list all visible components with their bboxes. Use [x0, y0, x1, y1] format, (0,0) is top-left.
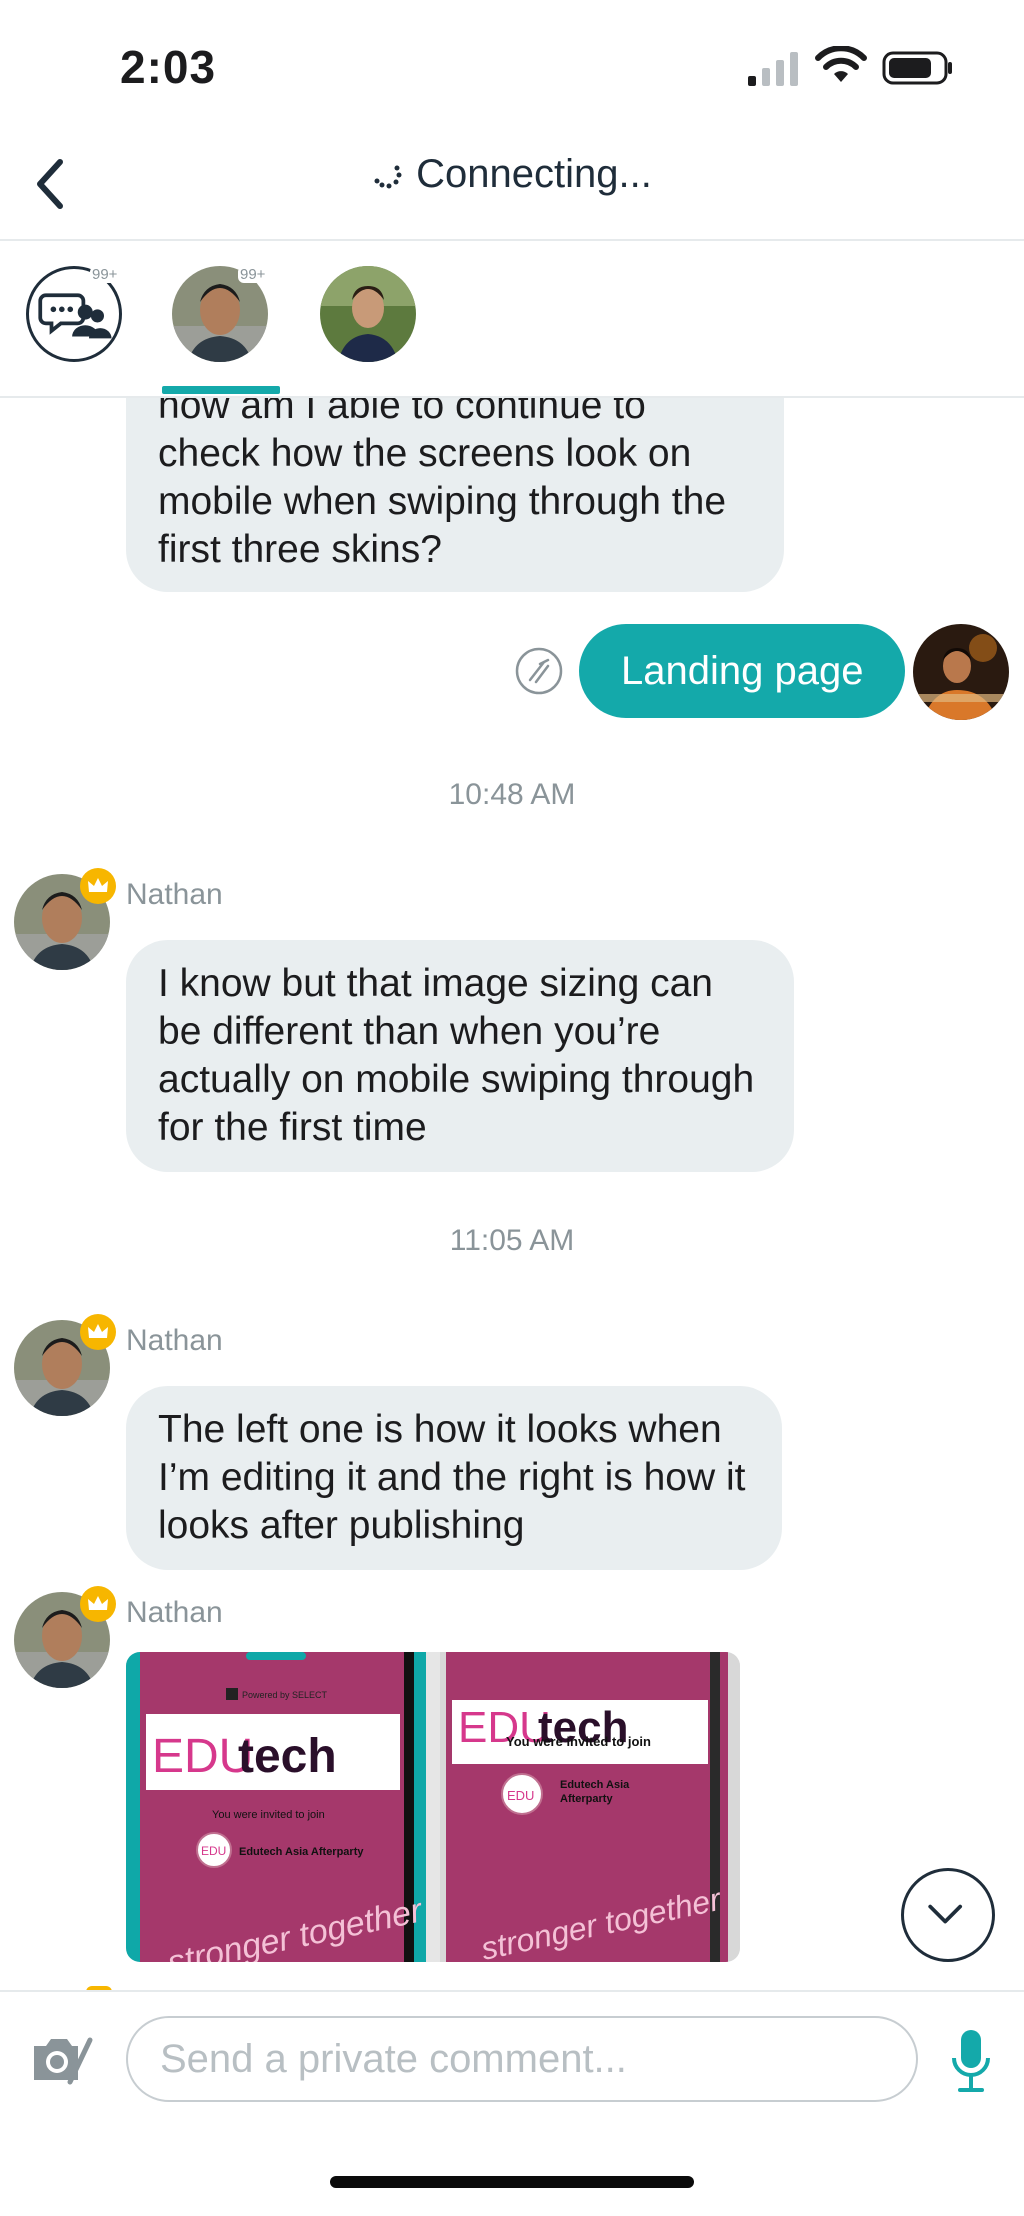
right-event-line1: Edutech Asia: [560, 1779, 630, 1791]
cellular-signal-icon: [748, 52, 798, 86]
microphone-icon[interactable]: [950, 2028, 992, 2094]
scroll-to-bottom-button[interactable]: [901, 1868, 995, 1962]
read-receipt-icon: [515, 647, 563, 695]
participant-3-avatar: [320, 266, 416, 362]
sender-name: Nathan: [126, 878, 223, 911]
crown-icon: [80, 868, 116, 904]
my-avatar-image: [913, 624, 1009, 720]
comment-input[interactable]: [126, 2016, 918, 2102]
edutech-screenshots: Powered by SELECT EDU tech You were invi…: [126, 1652, 740, 1962]
left-event-text: Edutech Asia Afterparty: [239, 1846, 364, 1858]
home-indicator: [330, 2176, 694, 2188]
left-invite-text: You were invited to join: [212, 1809, 325, 1821]
sender-name: Nathan: [126, 1324, 223, 1357]
timestamp: 10:48 AM: [448, 778, 576, 811]
sender-name: Nathan: [126, 1596, 223, 1629]
crown-icon: [80, 1314, 116, 1350]
status-time: 2:03: [120, 41, 217, 93]
chevron-down-icon: [928, 1904, 963, 1924]
image-attachment[interactable]: Powered by SELECT EDU tech You were invi…: [126, 1652, 740, 1962]
right-invite-text: You were invited to join: [506, 1734, 651, 1749]
message-bubble: The left one is how it looks when I’m ed…: [126, 1386, 782, 1570]
left-edu-badge: EDU: [201, 1844, 226, 1858]
camera-icon[interactable]: [30, 2030, 96, 2086]
message-text: how am I able to continue to check how t…: [158, 384, 727, 571]
participants-divider: [0, 396, 1024, 398]
battery-icon: [882, 51, 952, 85]
right-event-line2: Afterparty: [560, 1793, 613, 1805]
wifi-icon: [815, 46, 867, 82]
my-avatar: [913, 624, 1009, 720]
left-logo-tech: tech: [238, 1730, 337, 1783]
message-text: The left one is how it looks when I’m ed…: [158, 1408, 746, 1547]
outgoing-message-bubble[interactable]: Landing page: [579, 624, 906, 718]
header-title-wrap: Connecting...: [0, 152, 1024, 197]
crown-icon: [80, 1586, 116, 1622]
loading-spinner-icon: [374, 165, 402, 189]
message-text: I know but that image sizing can be diff…: [158, 962, 755, 1149]
selected-participant-indicator: [162, 386, 280, 394]
header-title: Connecting...: [416, 152, 652, 196]
unread-badge: 99+: [238, 266, 268, 283]
composer-divider: [0, 1990, 1024, 1992]
left-powered-text: Powered by SELECT: [242, 1690, 328, 1700]
unread-badge: 99+: [90, 266, 120, 283]
participant-3[interactable]: [320, 266, 416, 362]
right-edu-badge: EDU: [507, 1788, 534, 1803]
timestamp: 11:05 AM: [449, 1224, 575, 1257]
header-divider: [0, 239, 1024, 241]
message-bubble: I know but that image sizing can be diff…: [126, 940, 794, 1172]
